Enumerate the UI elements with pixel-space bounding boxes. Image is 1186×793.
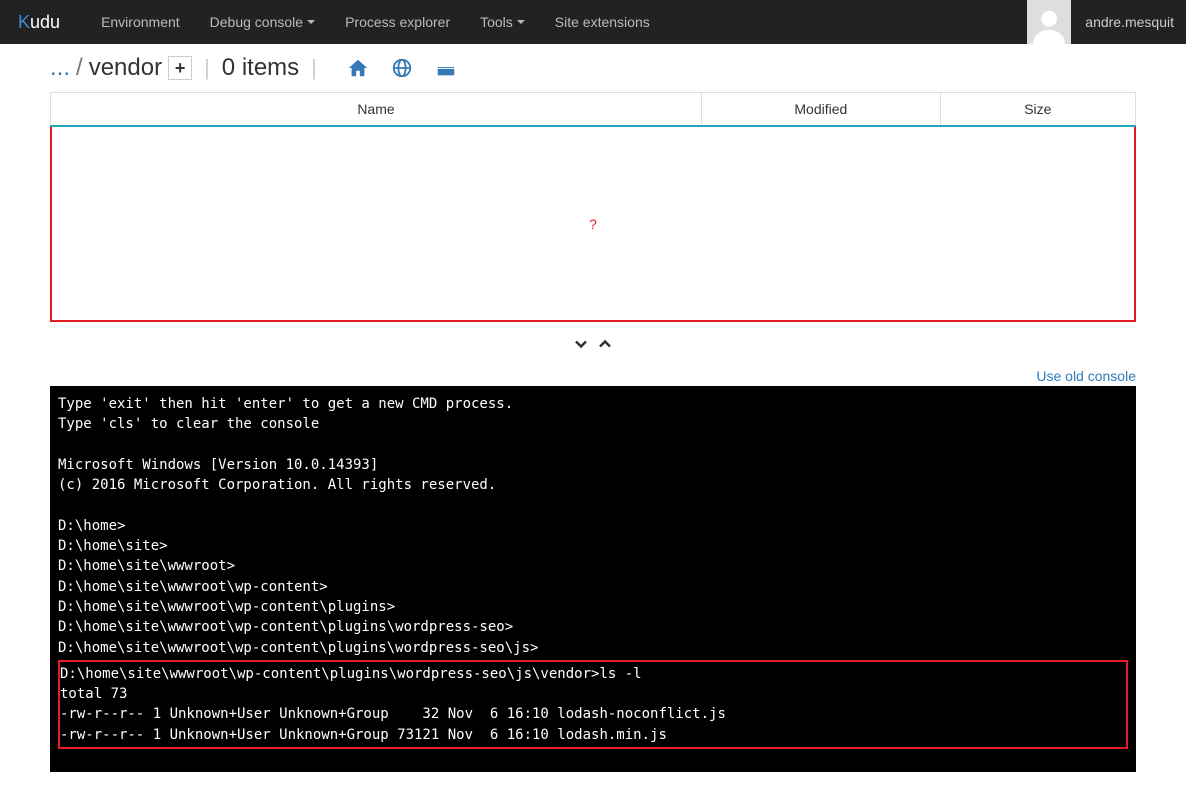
home-icon[interactable] [347,57,369,79]
console-line: D:\home\site\wwwroot\wp-content\plugins> [58,597,1128,617]
console-line: D:\home\site\wwwroot\wp-content\plugins\… [58,617,1128,637]
file-table: Name Modified Size [50,92,1136,127]
chevron-up-icon[interactable] [595,334,615,354]
main-content: ... / vendor + | 0 items | Name Modified… [0,44,1186,772]
debug-console[interactable]: Type 'exit' then hit 'enter' to get a ne… [50,386,1136,772]
brand-logo[interactable]: Kudu [12,12,66,33]
console-line: Microsoft Windows [Version 10.0.14393] [58,455,1128,475]
console-link-row: Use old console [50,364,1136,386]
nav-right: andre.mesquit [1027,0,1174,44]
console-line [58,435,1128,455]
chevron-down-icon[interactable] [571,334,591,354]
nav-item-process-explorer[interactable]: Process explorer [330,4,465,40]
console-prompt[interactable]: D:\home\site\wwwroot\wp-content\plugins\… [58,771,1128,772]
chevron-down-icon [517,20,525,24]
brand-text: udu [30,12,60,32]
nav-item-debug-console[interactable]: Debug console [195,4,330,40]
breadcrumb: ... / vendor + | 0 items | [50,54,1136,82]
col-name[interactable]: Name [51,93,702,127]
nav-item-tools[interactable]: Tools [465,4,540,40]
breadcrumb-sep: / [76,54,83,82]
divider: | [305,55,323,81]
avatar[interactable] [1027,0,1071,44]
disk-icon[interactable] [435,57,457,79]
brand-k: K [18,12,30,32]
username-label[interactable]: andre.mesquit [1071,14,1174,30]
console-line: D:\home\site\wwwroot\wp-content\plugins\… [58,638,1128,658]
console-line: D:\home\site\wwwroot\wp-content> [58,577,1128,597]
divider: | [198,55,216,81]
col-modified[interactable]: Modified [702,93,941,127]
col-size[interactable]: Size [940,93,1135,127]
console-line: D:\home\site\wwwroot\wp-content\plugins\… [60,664,1126,684]
chevron-down-icon [307,20,315,24]
user-icon [1030,6,1068,44]
file-dropzone[interactable]: ? [50,127,1136,322]
split-toggle [50,322,1136,364]
console-line: (c) 2016 Microsoft Corporation. All righ… [58,475,1128,495]
toolbar-icons [347,57,457,79]
console-line: total 73 [60,684,1126,704]
nav-item-site-extensions[interactable]: Site extensions [540,4,665,40]
console-wrap: Type 'exit' then hit 'enter' to get a ne… [50,386,1136,772]
console-highlight-block: D:\home\site\wwwroot\wp-content\plugins\… [58,660,1128,749]
breadcrumb-current: vendor [89,54,162,82]
console-line: D:\home\site> [58,536,1128,556]
console-line: -rw-r--r-- 1 Unknown+User Unknown+Group … [60,725,1126,745]
breadcrumb-ellipsis[interactable]: ... [50,54,70,82]
table-header-row: Name Modified Size [51,93,1136,127]
top-navbar: Kudu EnvironmentDebug console Process ex… [0,0,1186,44]
use-old-console-link[interactable]: Use old console [1036,368,1136,384]
console-line [58,751,1128,771]
console-line: -rw-r--r-- 1 Unknown+User Unknown+Group … [60,704,1126,724]
globe-icon[interactable] [391,57,413,79]
console-line: D:\home\site\wwwroot> [58,556,1128,576]
nav-item-environment[interactable]: Environment [86,4,195,40]
console-line: Type 'exit' then hit 'enter' to get a ne… [58,394,1128,414]
console-line: Type 'cls' to clear the console [58,414,1128,434]
console-line [58,495,1128,515]
add-button[interactable]: + [168,56,192,80]
dropzone-placeholder: ? [589,216,597,232]
nav-items: EnvironmentDebug console Process explore… [86,4,665,40]
console-line: D:\home> [58,516,1128,536]
item-count: 0 items [222,54,299,82]
